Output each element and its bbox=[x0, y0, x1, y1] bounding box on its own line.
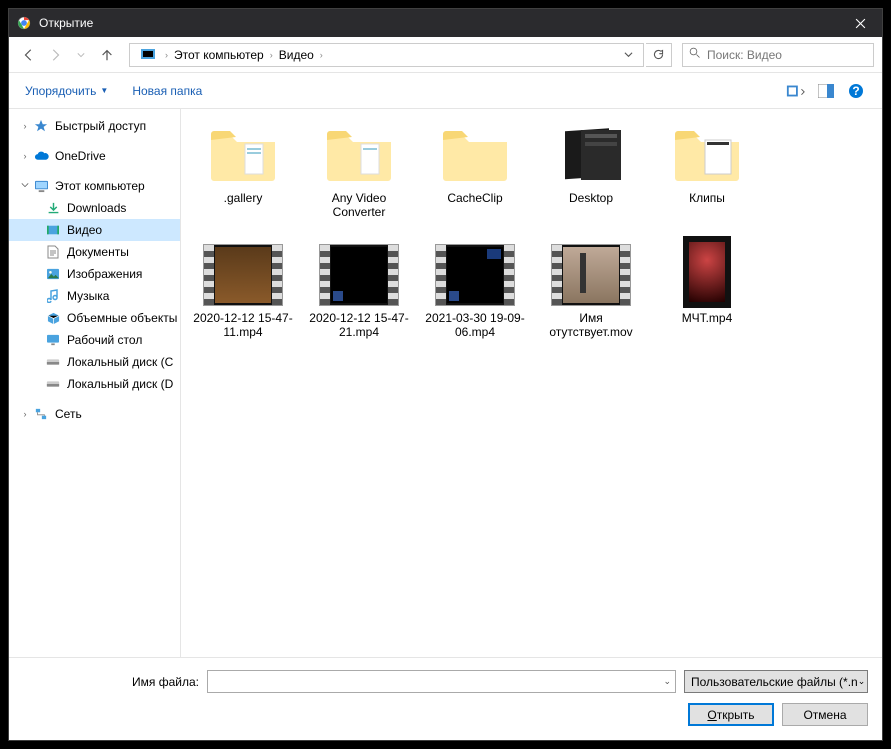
window-title: Открытие bbox=[39, 16, 838, 30]
video-icon bbox=[45, 222, 61, 238]
titlebar[interactable]: Открытие bbox=[9, 9, 882, 37]
toolbar: Упорядочить▼ Новая папка ? bbox=[9, 73, 882, 109]
sidebar-network[interactable]: ›Сеть bbox=[9, 403, 180, 425]
desktop-icon bbox=[45, 332, 61, 348]
star-icon bbox=[33, 118, 49, 134]
footer: Имя файла: ⌄ Пользовательские файлы (*.n… bbox=[9, 657, 882, 740]
search-placeholder: Поиск: Видео bbox=[707, 48, 782, 62]
close-button[interactable] bbox=[838, 9, 882, 37]
folder-item[interactable]: Клипы bbox=[649, 119, 765, 239]
drive-icon bbox=[45, 354, 61, 370]
folder-item[interactable]: Any Video Converter bbox=[301, 119, 417, 239]
view-button[interactable] bbox=[782, 79, 810, 103]
breadcrumb[interactable]: › Этот компьютер › Видео › bbox=[129, 43, 644, 67]
recent-dropdown[interactable] bbox=[69, 43, 93, 67]
video-item[interactable]: МЧТ.mp4 bbox=[649, 239, 765, 359]
cloud-icon bbox=[33, 148, 49, 164]
breadcrumb-root[interactable]: Этот компьютер bbox=[171, 48, 267, 62]
search-icon bbox=[689, 47, 701, 62]
back-button[interactable] bbox=[17, 43, 41, 67]
video-item[interactable]: Имя отутствует.mov bbox=[533, 239, 649, 359]
navigation-bar: › Этот компьютер › Видео › Поиск: Видео bbox=[9, 37, 882, 73]
sidebar-pictures[interactable]: Изображения bbox=[9, 263, 180, 285]
folder-item[interactable]: CacheClip bbox=[417, 119, 533, 239]
sidebar-3d-objects[interactable]: Объемные объекты bbox=[9, 307, 180, 329]
filetype-filter[interactable]: Пользовательские файлы (*.n⌄ bbox=[684, 670, 868, 693]
video-thumb bbox=[551, 244, 631, 306]
music-icon bbox=[45, 288, 61, 304]
chrome-icon bbox=[17, 16, 31, 30]
filename-input[interactable]: ⌄ bbox=[207, 670, 676, 693]
cancel-button[interactable]: Отмена bbox=[782, 703, 868, 726]
file-list[interactable]: .gallery Any Video Converter CacheClip D… bbox=[181, 109, 882, 657]
sidebar-disk-c[interactable]: Локальный диск (C bbox=[9, 351, 180, 373]
video-item[interactable]: 2020-12-12 15-47-21.mp4 bbox=[301, 239, 417, 359]
document-icon bbox=[45, 244, 61, 260]
breadcrumb-current[interactable]: Видео bbox=[276, 48, 317, 62]
organize-button[interactable]: Упорядочить▼ bbox=[21, 80, 112, 102]
breadcrumb-sep: › bbox=[320, 50, 323, 60]
drive-icon bbox=[45, 376, 61, 392]
dialog-body: ›Быстрый доступ ›OneDrive Этот компьютер… bbox=[9, 109, 882, 657]
sidebar-onedrive[interactable]: ›OneDrive bbox=[9, 145, 180, 167]
file-open-dialog: Открытие › Этот компьютер › Видео › Поис… bbox=[8, 8, 883, 741]
filename-label: Имя файла: bbox=[23, 675, 199, 689]
download-icon bbox=[45, 200, 61, 216]
video-thumb bbox=[319, 244, 399, 306]
refresh-button[interactable] bbox=[646, 43, 672, 67]
video-thumb bbox=[203, 244, 283, 306]
monitor-icon bbox=[33, 178, 49, 194]
new-folder-button[interactable]: Новая папка bbox=[128, 80, 206, 102]
sidebar-music[interactable]: Музыка bbox=[9, 285, 180, 307]
breadcrumb-sep: › bbox=[165, 50, 168, 60]
sidebar-this-pc[interactable]: Этот компьютер bbox=[9, 175, 180, 197]
video-item[interactable]: 2021-03-30 19-09-06.mp4 bbox=[417, 239, 533, 359]
picture-icon bbox=[45, 266, 61, 282]
video-folder-icon bbox=[140, 46, 158, 64]
preview-pane-button[interactable] bbox=[812, 79, 840, 103]
search-input[interactable]: Поиск: Видео bbox=[682, 43, 874, 67]
network-icon bbox=[33, 406, 49, 422]
sidebar-downloads[interactable]: Downloads bbox=[9, 197, 180, 219]
open-button[interactable]: Открыть bbox=[688, 703, 774, 726]
sidebar-quick-access[interactable]: ›Быстрый доступ bbox=[9, 115, 180, 137]
help-button[interactable]: ? bbox=[842, 79, 870, 103]
up-button[interactable] bbox=[95, 43, 119, 67]
folder-item[interactable]: Desktop bbox=[533, 119, 649, 239]
folder-item[interactable]: .gallery bbox=[185, 119, 301, 239]
breadcrumb-sep: › bbox=[270, 50, 273, 60]
breadcrumb-dropdown[interactable] bbox=[620, 48, 637, 62]
video-item[interactable]: 2020-12-12 15-47-11.mp4 bbox=[185, 239, 301, 359]
video-thumb bbox=[435, 244, 515, 306]
sidebar-video[interactable]: Видео bbox=[9, 219, 180, 241]
forward-button[interactable] bbox=[43, 43, 67, 67]
sidebar: ›Быстрый доступ ›OneDrive Этот компьютер… bbox=[9, 109, 181, 657]
sidebar-disk-d[interactable]: Локальный диск (D bbox=[9, 373, 180, 395]
cube-icon bbox=[45, 310, 61, 326]
svg-text:?: ? bbox=[852, 84, 859, 98]
sidebar-desktop[interactable]: Рабочий стол bbox=[9, 329, 180, 351]
sidebar-documents[interactable]: Документы bbox=[9, 241, 180, 263]
